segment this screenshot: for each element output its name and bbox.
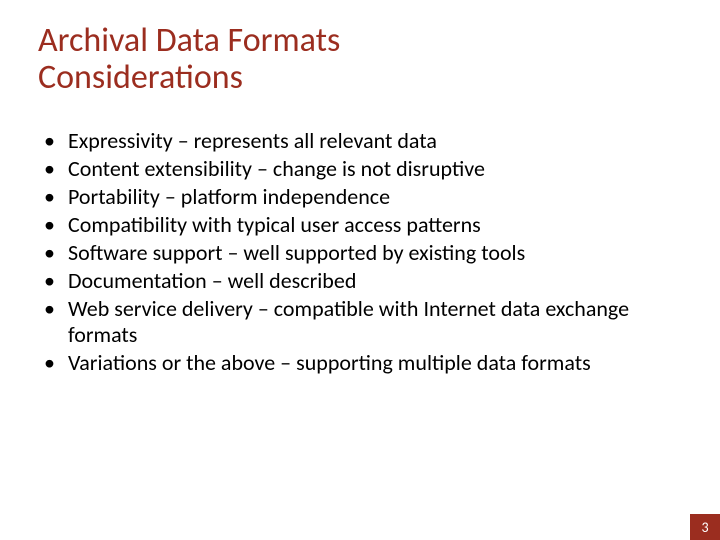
list-item: Compatibility with typical user access p… bbox=[38, 212, 678, 238]
list-item: Variations or the above – supporting mul… bbox=[38, 350, 678, 376]
slide-title-line-1: Archival Data Formats bbox=[38, 20, 340, 61]
bullet-list: Expressivity – represents all relevant d… bbox=[38, 128, 678, 376]
bullet-text: Content extensibility – change is not di… bbox=[68, 155, 485, 182]
bullet-text: Expressivity – represents all relevant d… bbox=[68, 127, 437, 154]
bullet-text: Web service delivery – compatible with I… bbox=[68, 295, 629, 348]
bullet-text: Portability – platform independence bbox=[68, 183, 390, 210]
bullet-text: Compatibility with typical user access p… bbox=[68, 211, 481, 238]
list-item: Documentation – well described bbox=[38, 268, 678, 294]
list-item: Expressivity – represents all relevant d… bbox=[38, 128, 678, 154]
slide-title-line-2: Considerations bbox=[38, 57, 243, 98]
slide-title: Archival Data Formats Considerations bbox=[38, 22, 658, 97]
bullet-text: Variations or the above – supporting mul… bbox=[68, 349, 591, 376]
list-item: Software support – well supported by exi… bbox=[38, 240, 678, 266]
list-item: Web service delivery – compatible with I… bbox=[38, 296, 678, 348]
bullet-text: Software support – well supported by exi… bbox=[68, 239, 525, 266]
list-item: Portability – platform independence bbox=[38, 184, 678, 210]
slide: Archival Data Formats Considerations Exp… bbox=[0, 0, 720, 540]
bullet-text: Documentation – well described bbox=[68, 267, 356, 294]
page-number-badge: 3 bbox=[690, 514, 720, 540]
list-item: Content extensibility – change is not di… bbox=[38, 156, 678, 182]
page-number: 3 bbox=[701, 519, 708, 536]
slide-content: Expressivity – represents all relevant d… bbox=[38, 128, 678, 378]
